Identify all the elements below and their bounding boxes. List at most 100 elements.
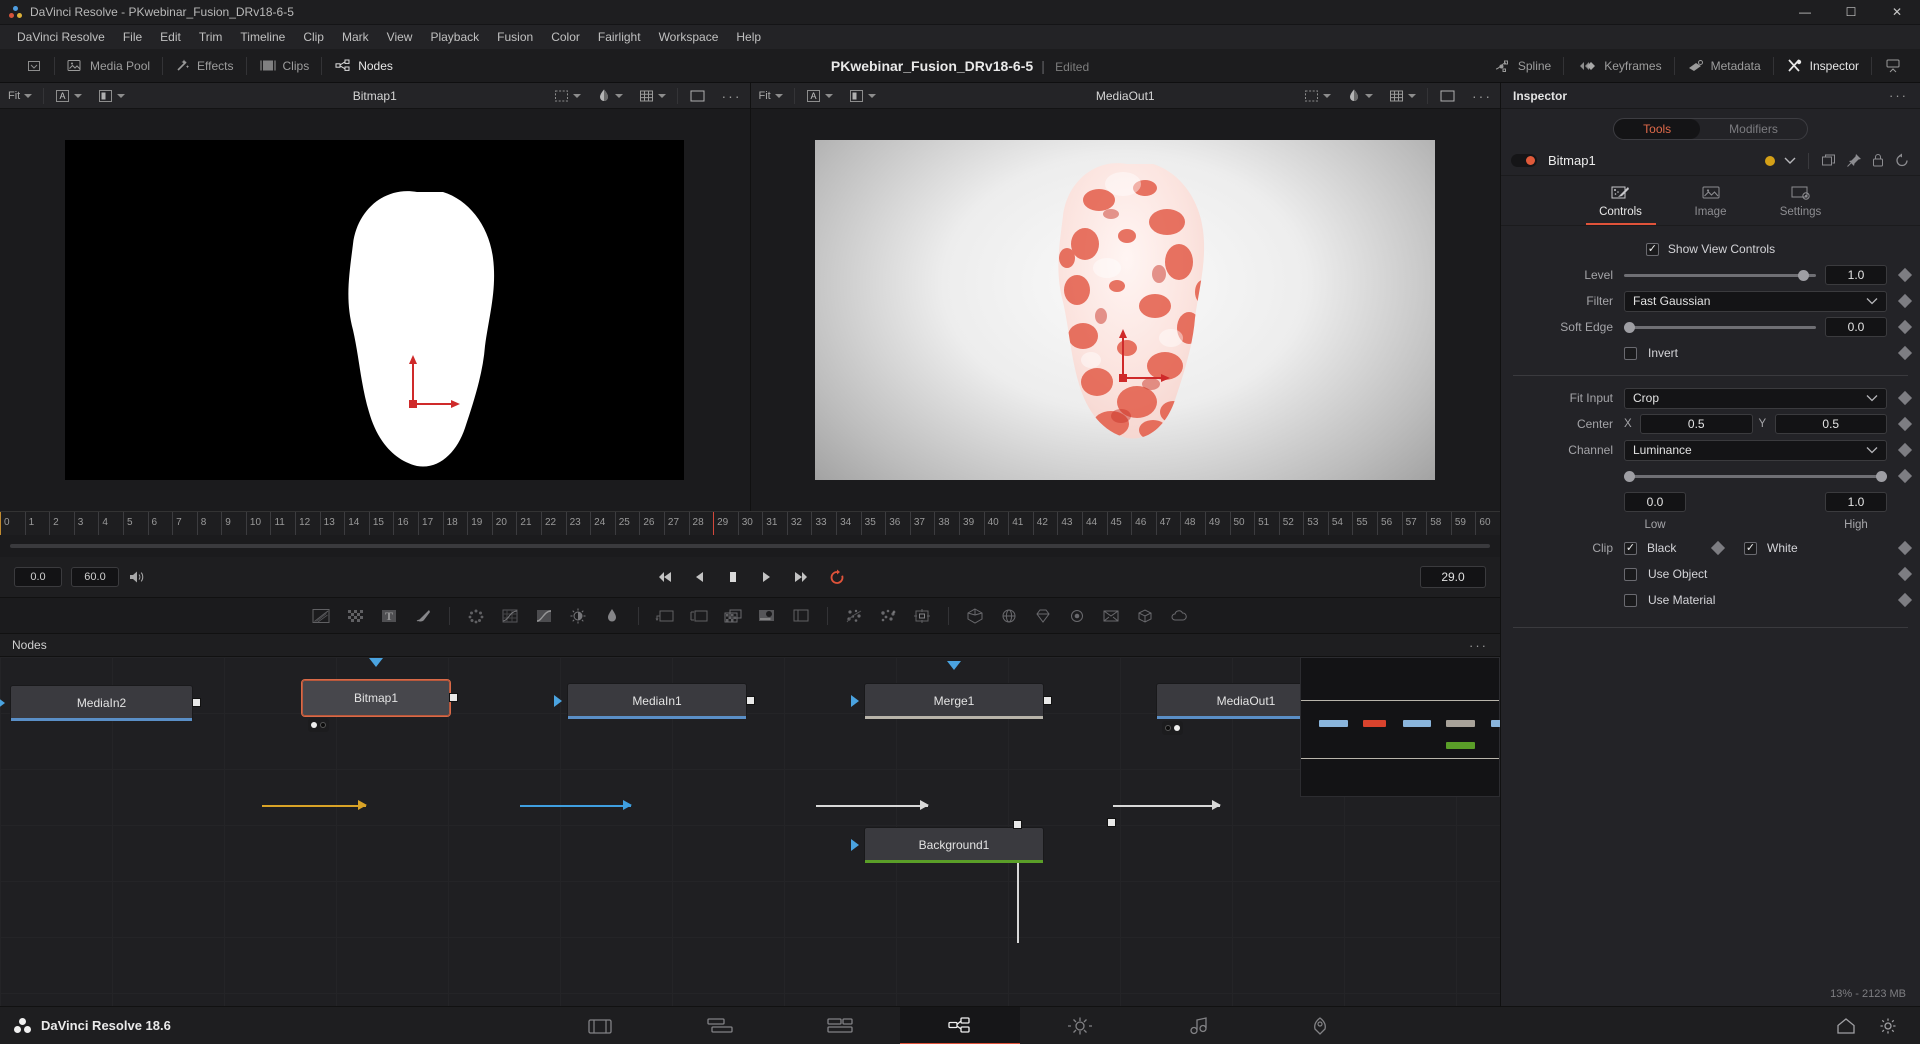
- speaker-icon[interactable]: [128, 569, 146, 585]
- playhead[interactable]: [713, 512, 715, 535]
- menu-item-playback[interactable]: Playback: [421, 25, 488, 49]
- stop-button[interactable]: [725, 569, 741, 585]
- viewer-2-roi-button[interactable]: [1296, 83, 1339, 109]
- reset-icon[interactable]: [1894, 153, 1910, 168]
- text-icon[interactable]: T: [372, 601, 406, 631]
- fairlight-page-button[interactable]: [1140, 1007, 1260, 1044]
- node-mediain2[interactable]: MediaIn2: [10, 685, 193, 721]
- node-connection-wire[interactable]: [816, 805, 928, 807]
- nodes-button[interactable]: Nodes: [322, 49, 405, 83]
- inspector-more-icon[interactable]: ···: [1889, 88, 1908, 103]
- brightness-icon[interactable]: [561, 601, 595, 631]
- viewer-2-fit-button[interactable]: Fit: [751, 83, 791, 109]
- keyframes-button[interactable]: Keyframes: [1564, 49, 1673, 83]
- range-keyframe-button[interactable]: [1897, 468, 1913, 484]
- invert-keyframe-button[interactable]: [1897, 345, 1913, 361]
- deliver-page-button[interactable]: [1260, 1007, 1380, 1044]
- node-output-port[interactable]: [192, 698, 201, 707]
- tracker-icon[interactable]: [905, 601, 939, 631]
- node-connection-wire[interactable]: [262, 805, 366, 807]
- tool-enable-toggle[interactable]: [1511, 154, 1537, 167]
- settings-gear-icon[interactable]: [1878, 1017, 1898, 1035]
- minimize-button[interactable]: —: [1782, 0, 1828, 25]
- viewer2-assign-dot[interactable]: [320, 722, 326, 728]
- color-curves-icon[interactable]: [493, 601, 527, 631]
- viewer-1-roi-button[interactable]: [546, 83, 589, 109]
- drop-icon[interactable]: [595, 601, 629, 631]
- channel-dropdown[interactable]: Luminance: [1624, 439, 1887, 461]
- node-top-input-port[interactable]: [947, 661, 961, 670]
- show-view-controls-checkbox[interactable]: ✓: [1645, 242, 1659, 256]
- viewer-1-color-button[interactable]: [589, 83, 631, 109]
- menu-item-mark[interactable]: Mark: [333, 25, 378, 49]
- sphere-icon[interactable]: [992, 601, 1026, 631]
- subtab-image[interactable]: Image: [1676, 184, 1746, 225]
- merge1-output-port[interactable]: [1107, 818, 1116, 827]
- center-y-value[interactable]: 0.5: [1774, 414, 1887, 434]
- spline-button[interactable]: Spline: [1482, 49, 1563, 83]
- matte-icon[interactable]: [750, 601, 784, 631]
- channel-keyframe-button[interactable]: [1897, 442, 1913, 458]
- clip-black-checkbox[interactable]: ✓: [1624, 541, 1637, 555]
- use-material-keyframe-button[interactable]: [1897, 592, 1913, 608]
- paint-icon[interactable]: [406, 601, 440, 631]
- home-icon[interactable]: [1836, 1017, 1856, 1035]
- clip-white-checkbox[interactable]: ✓: [1744, 541, 1757, 555]
- current-frame-field[interactable]: 29.0: [1420, 566, 1486, 588]
- render3d-icon[interactable]: [1094, 601, 1128, 631]
- viewer-2-grid-button[interactable]: [1381, 83, 1424, 109]
- edit-page-button[interactable]: [780, 1007, 900, 1044]
- step-back-button[interactable]: [692, 569, 708, 585]
- transform-icon[interactable]: [648, 601, 682, 631]
- clips-button[interactable]: Clips: [247, 49, 322, 83]
- fit-input-dropdown[interactable]: Crop: [1624, 387, 1887, 409]
- viewer1-assign-dot[interactable]: [311, 722, 317, 728]
- viewer-1-channel-button[interactable]: A: [47, 83, 90, 109]
- menu-item-edit[interactable]: Edit: [151, 25, 190, 49]
- media-pool-button[interactable]: Media Pool: [55, 49, 162, 83]
- tab-modifiers[interactable]: Modifiers: [1700, 119, 1807, 139]
- resize-icon[interactable]: [682, 601, 716, 631]
- node-connection-wire[interactable]: [520, 805, 631, 807]
- particle-icon[interactable]: [837, 601, 871, 631]
- soft-edge-slider[interactable]: [1624, 320, 1816, 334]
- in-point-field[interactable]: 0.0: [14, 567, 62, 587]
- viewer-1-split-button[interactable]: [90, 83, 133, 109]
- cut-page-button[interactable]: [660, 1007, 780, 1044]
- menu-item-file[interactable]: File: [114, 25, 151, 49]
- filter-dropdown[interactable]: Fast Gaussian: [1624, 290, 1887, 312]
- node-graph-minimap[interactable]: [1300, 657, 1500, 797]
- timeline-scrollbar[interactable]: [10, 544, 1490, 548]
- merge-icon[interactable]: [716, 601, 750, 631]
- checker-icon[interactable]: [338, 601, 372, 631]
- viewer-1-fit-button[interactable]: Fit: [0, 83, 40, 109]
- loop-button[interactable]: [828, 569, 846, 586]
- copy-icon[interactable]: [1821, 153, 1837, 168]
- node-top-input-port[interactable]: [369, 658, 383, 667]
- soft-edge-value[interactable]: 0.0: [1825, 317, 1887, 337]
- menu-item-clip[interactable]: Clip: [294, 25, 333, 49]
- color-page-button[interactable]: [1020, 1007, 1140, 1044]
- menu-item-color[interactable]: Color: [542, 25, 589, 49]
- clip-white-keyframe-button[interactable]: [1897, 540, 1913, 556]
- viewer-2-frame-button[interactable]: [1431, 83, 1464, 109]
- node-output-port[interactable]: [746, 696, 755, 705]
- viewer-2-canvas[interactable]: [750, 109, 1500, 511]
- level-slider[interactable]: [1624, 268, 1816, 282]
- filter-keyframe-button[interactable]: [1897, 293, 1913, 309]
- viewer-2-more-button[interactable]: ···: [1464, 83, 1500, 109]
- level-keyframe-button[interactable]: [1897, 267, 1913, 283]
- metadata-button[interactable]: Metadata: [1675, 49, 1773, 83]
- tab-tools[interactable]: Tools: [1614, 119, 1701, 139]
- node-input-port[interactable]: [554, 695, 562, 707]
- first-frame-button[interactable]: [655, 569, 675, 585]
- node-input-port[interactable]: [0, 697, 5, 709]
- range-slider[interactable]: [1624, 469, 1887, 483]
- menu-item-fairlight[interactable]: Fairlight: [589, 25, 650, 49]
- alpha-icon[interactable]: [784, 601, 818, 631]
- last-frame-button[interactable]: [791, 569, 811, 585]
- timeline-ruler[interactable]: 0 1 2 3 4 5 6 7 8 9 10 11 12 13 14 15 16 17 18 19 20 21 22 23 24…: [0, 511, 1500, 535]
- close-button[interactable]: ✕: [1874, 0, 1920, 25]
- layout-toggle-button[interactable]: [1872, 49, 1914, 83]
- viewer2-assign-dot[interactable]: [1174, 725, 1180, 731]
